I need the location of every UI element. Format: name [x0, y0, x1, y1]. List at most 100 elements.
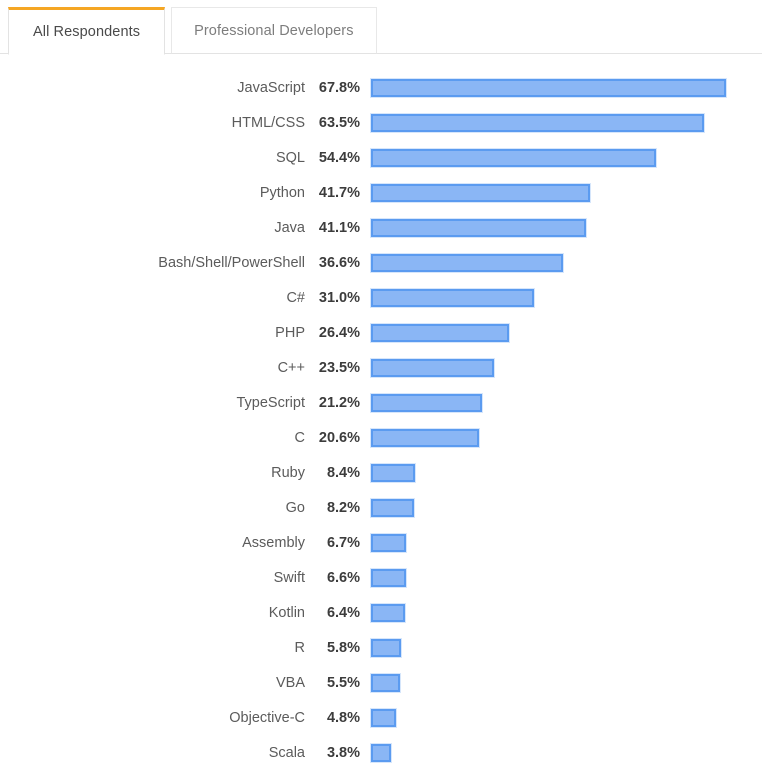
chart-bar[interactable]: [370, 112, 705, 133]
chart-row-label: R: [294, 639, 305, 656]
chart-bar-track: [370, 280, 762, 315]
tab-professional-developers-label: Professional Developers: [194, 22, 354, 39]
chart-row-label: Objective-C: [229, 709, 305, 726]
chart-row-label: PHP: [275, 324, 305, 341]
chart-row-value: 6.4%: [326, 604, 360, 621]
chart-bar[interactable]: [370, 322, 510, 343]
chart-bar[interactable]: [370, 707, 397, 728]
chart-bar-track: [370, 210, 762, 245]
chart-row-label: Go: [285, 499, 305, 516]
tab-all-respondents[interactable]: All Respondents: [8, 7, 166, 55]
chart-bar-track: [370, 420, 762, 455]
chart-bar-track: [370, 245, 762, 280]
chart-row: Kotlin 6.4%: [0, 595, 762, 630]
chart-row: Objective-C 4.8%: [0, 700, 762, 735]
chart-row: VBA 5.5%: [0, 665, 762, 700]
chart-row: Assembly 6.7%: [0, 525, 762, 560]
chart-bar[interactable]: [370, 637, 402, 658]
chart-row: C 20.6%: [0, 420, 762, 455]
chart-bar[interactable]: [370, 532, 407, 553]
chart-row: Scala 3.8%: [0, 735, 762, 770]
chart-bar-track: [370, 595, 762, 630]
chart-row: HTML/CSS 63.5%: [0, 105, 762, 140]
tab-strip: All Respondents Professional Developers: [0, 0, 762, 55]
chart-row-value: 41.7%: [318, 184, 360, 201]
chart-bar[interactable]: [370, 742, 392, 763]
chart-row-value: 21.2%: [318, 394, 360, 411]
chart-bar[interactable]: [370, 182, 591, 203]
chart-row-label: C++: [277, 359, 305, 376]
chart-row-value: 36.6%: [318, 254, 360, 271]
chart-bar-track: [370, 70, 762, 105]
chart-row-label: JavaScript: [237, 79, 305, 96]
chart-row-value: 67.8%: [318, 79, 360, 96]
chart-row: SQL 54.4%: [0, 140, 762, 175]
tab-list: All Respondents Professional Developers: [8, 7, 377, 55]
chart-bar[interactable]: [370, 357, 495, 378]
chart-row-label: Python: [259, 184, 305, 201]
chart-row: R 5.8%: [0, 630, 762, 665]
chart-bar[interactable]: [370, 672, 401, 693]
chart-row-label: SQL: [275, 149, 305, 166]
chart-bar[interactable]: [370, 252, 564, 273]
chart-bar-track: [370, 630, 762, 665]
chart-bar-track: [370, 665, 762, 700]
chart-row: Swift 6.6%: [0, 560, 762, 595]
tab-all-respondents-label: All Respondents: [33, 24, 141, 40]
chart-bar[interactable]: [370, 602, 406, 623]
chart-row: JavaScript 67.8%: [0, 70, 762, 105]
chart-bar[interactable]: [370, 462, 416, 483]
chart-bar-track: [370, 560, 762, 595]
chart-row: Python 41.7%: [0, 175, 762, 210]
chart-row-label: Bash/Shell/PowerShell: [158, 254, 305, 271]
chart-bar[interactable]: [370, 567, 407, 588]
chart-bar[interactable]: [370, 217, 587, 238]
chart-bar[interactable]: [370, 392, 483, 413]
chart-row-value: 20.6%: [318, 429, 360, 446]
chart-row-label: Java: [274, 219, 305, 236]
chart-row-value: 5.8%: [326, 639, 360, 656]
chart-row-label: HTML/CSS: [231, 114, 305, 131]
chart-row-value: 8.2%: [326, 499, 360, 516]
chart-bar-track: [370, 385, 762, 420]
chart-row-value: 54.4%: [318, 149, 360, 166]
chart-row-label: TypeScript: [236, 394, 306, 411]
chart-bar-track: [370, 525, 762, 560]
chart-row-value: 6.7%: [326, 534, 360, 551]
chart-bar-track: [370, 315, 762, 350]
chart-bar[interactable]: [370, 147, 657, 168]
chart-row: TypeScript 21.2%: [0, 385, 762, 420]
chart-row: Java 41.1%: [0, 210, 762, 245]
chart-bar[interactable]: [370, 497, 415, 518]
chart-row-label: VBA: [275, 674, 305, 691]
chart-row-value: 31.0%: [318, 289, 360, 306]
chart-bar[interactable]: [370, 77, 727, 98]
chart-row: C++ 23.5%: [0, 350, 762, 385]
chart-row-value: 3.8%: [326, 744, 360, 761]
chart-bar-track: [370, 490, 762, 525]
chart-bar-track: [370, 175, 762, 210]
chart-row-label: Assembly: [242, 534, 305, 551]
chart-row-value: 8.4%: [326, 464, 360, 481]
chart-row-value: 4.8%: [326, 709, 360, 726]
chart-row-label: Kotlin: [268, 604, 305, 621]
chart-row: Ruby 8.4%: [0, 455, 762, 490]
chart-bar-track: [370, 700, 762, 735]
chart-row-value: 63.5%: [318, 114, 360, 131]
chart-row: Bash/Shell/PowerShell 36.6%: [0, 245, 762, 280]
language-popularity-bar-chart: JavaScript 67.8% HTML/CSS 63.5% SQL 54.4% Pyth…: [0, 54, 762, 770]
chart-row: PHP 26.4%: [0, 315, 762, 350]
tab-professional-developers[interactable]: Professional Developers: [171, 7, 377, 54]
chart-bar[interactable]: [370, 287, 535, 308]
chart-row-value: 6.6%: [326, 569, 360, 586]
chart-row-value: 5.5%: [326, 674, 360, 691]
chart-bar[interactable]: [370, 427, 480, 448]
chart-row-label: C: [294, 429, 305, 446]
chart-row-value: 41.1%: [318, 219, 360, 236]
chart-row-label: Scala: [268, 744, 305, 761]
chart-row-label: Ruby: [271, 464, 305, 481]
chart-bar-track: [370, 140, 762, 175]
chart-row: Go 8.2%: [0, 490, 762, 525]
chart-row-value: 23.5%: [318, 359, 360, 376]
chart-row-value: 26.4%: [318, 324, 360, 341]
